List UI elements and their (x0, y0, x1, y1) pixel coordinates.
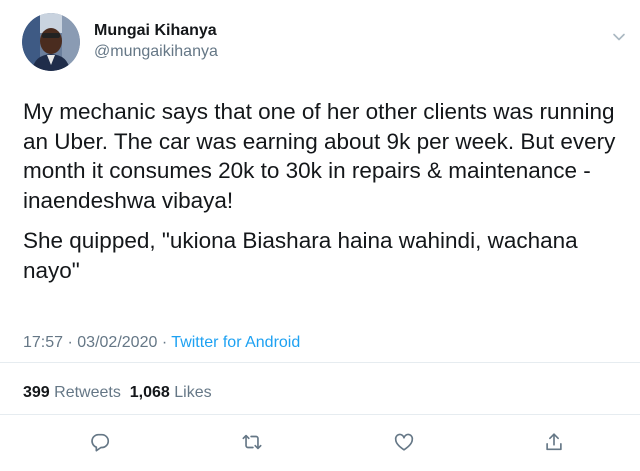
tweet-text: My mechanic says that one of her other c… (23, 97, 623, 285)
divider (0, 414, 640, 415)
likes-stat[interactable]: 1,068 Likes (130, 384, 212, 401)
like-button[interactable] (391, 429, 417, 455)
tweet-date[interactable]: 03/02/2020 (77, 334, 157, 351)
reply-icon (91, 433, 110, 452)
author-names: Mungai Kihanya @mungaikihanya (94, 21, 218, 63)
author-display-name[interactable]: Mungai Kihanya (94, 21, 218, 41)
tweet-paragraph: She quipped, "ukiona Biashara haina wahi… (23, 228, 578, 283)
retweet-icon (242, 434, 262, 450)
chevron-down-icon[interactable] (612, 30, 626, 44)
reply-button[interactable] (87, 429, 113, 455)
meta-separator: · (67, 334, 73, 351)
likes-count: 1,068 (129, 384, 170, 401)
retweet-button[interactable] (239, 429, 265, 455)
tweet-meta: 17:57 · 03/02/2020 · Twitter for Android (23, 333, 300, 353)
retweets-stat[interactable]: 399 Retweets (23, 384, 121, 401)
share-icon (546, 433, 562, 451)
profile-photo-icon (22, 13, 80, 71)
retweets-count: 399 (23, 384, 50, 401)
tweet-stats: 399 Retweets 1,068 Likes (23, 383, 212, 403)
heart-icon (394, 433, 414, 451)
avatar[interactable] (22, 13, 80, 71)
meta-separator: · (161, 334, 168, 351)
tweet-source-link[interactable]: Twitter for Android (171, 334, 300, 351)
tweet-actions (0, 429, 640, 455)
tweet-time[interactable]: 17:57 (23, 334, 63, 351)
share-button[interactable] (541, 429, 567, 455)
tweet-paragraph: My mechanic says that one of her other c… (23, 99, 616, 213)
divider (0, 362, 640, 363)
retweets-label: Retweets (54, 384, 121, 401)
author-handle[interactable]: @mungaikihanya (94, 41, 218, 63)
tweet-card: Mungai Kihanya @mungaikihanya My mechani… (0, 0, 640, 471)
likes-label: Likes (174, 384, 212, 401)
tweet-header: Mungai Kihanya @mungaikihanya (22, 12, 218, 72)
